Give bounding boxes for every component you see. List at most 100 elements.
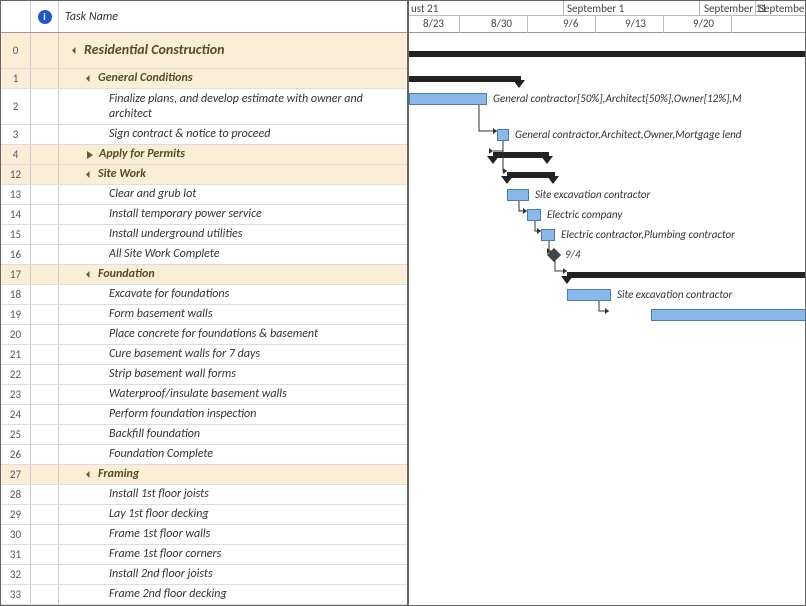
task-row[interactable]: 3Sign contract & notice to proceed — [1, 125, 407, 145]
task-row[interactable]: 26Foundation Complete — [1, 445, 407, 465]
task-name-cell[interactable]: Strip basement wall forms — [59, 365, 407, 384]
row-id: 25 — [1, 425, 31, 444]
collapse-icon[interactable] — [86, 171, 93, 178]
row-id: 0 — [1, 33, 31, 68]
task-row[interactable]: 18 Excavate for foundations — [1, 285, 407, 305]
row-info — [31, 89, 59, 124]
task-row[interactable]: 16All Site Work Complete — [1, 245, 407, 265]
task-row[interactable]: 25 Backfill foundation — [1, 425, 407, 445]
task-row[interactable]: 15 Install underground utilities — [1, 225, 407, 245]
task-name-cell[interactable]: Apply for Permits — [59, 145, 407, 164]
row-info — [31, 465, 59, 484]
task-name-cell[interactable]: Form basement walls — [59, 305, 407, 324]
task-name-text: Backfill foundation — [109, 427, 200, 441]
row-info — [31, 125, 59, 144]
row-info — [31, 33, 59, 68]
row-info — [31, 145, 59, 164]
task-bar[interactable] — [651, 309, 805, 321]
collapse-icon[interactable] — [86, 75, 93, 82]
collapse-icon[interactable] — [86, 271, 93, 278]
timeline-month-label: September 1 — [567, 2, 624, 15]
timeline-header: ust 21September 1September 11September 2… — [409, 1, 805, 33]
task-name-cell[interactable]: Frame 2nd floor decking — [59, 585, 407, 604]
gantt-app: i Task Name 0 Residential Construction1Ge… — [0, 0, 806, 606]
task-name-cell[interactable]: Install 2nd floor joists — [59, 565, 407, 584]
task-row[interactable]: 33 Frame 2nd floor decking — [1, 585, 407, 605]
task-row[interactable]: 31Frame 1st floor corners — [1, 545, 407, 565]
info-column-header[interactable]: i — [31, 1, 59, 32]
task-name-cell[interactable]: Frame 1st floor walls — [59, 525, 407, 544]
row-id: 20 — [1, 325, 31, 344]
task-name-cell[interactable]: All Site Work Complete — [59, 245, 407, 264]
task-row[interactable]: 1General Conditions — [1, 69, 407, 89]
expand-icon[interactable] — [87, 151, 93, 159]
task-row[interactable]: 28Install 1st floor joists — [1, 485, 407, 505]
task-name-text: Install 2nd floor joists — [109, 567, 213, 581]
row-id: 13 — [1, 185, 31, 204]
row-id: 33 — [1, 585, 31, 604]
timeline-month-label: September 21 — [759, 2, 805, 15]
task-row[interactable]: 14Install temporary power service — [1, 205, 407, 225]
row-info — [31, 365, 59, 384]
timeline-panel[interactable]: ust 21September 1September 11September 2… — [409, 1, 805, 605]
task-row[interactable]: 4Apply for Permits — [1, 145, 407, 165]
row-info — [31, 385, 59, 404]
task-name-text: Waterproof/insulate basement walls — [109, 387, 287, 401]
task-row[interactable]: 20 Place concrete for foundations & basem… — [1, 325, 407, 345]
task-name-cell[interactable]: Clear and grub lot — [59, 185, 407, 204]
task-row[interactable]: 13 Clear and grub lot — [1, 185, 407, 205]
collapse-icon[interactable] — [86, 471, 93, 478]
row-info — [31, 305, 59, 324]
row-id: 15 — [1, 225, 31, 244]
task-name-cell[interactable]: Foundation Complete — [59, 445, 407, 464]
task-name-cell[interactable]: Install temporary power service — [59, 205, 407, 224]
task-name-cell[interactable]: Excavate for foundations — [59, 285, 407, 304]
collapse-icon[interactable] — [72, 47, 79, 54]
task-name-cell[interactable]: General Conditions — [59, 69, 407, 88]
task-row[interactable]: 22Strip basement wall forms — [1, 365, 407, 385]
task-name-cell[interactable]: Install 1st floor joists — [59, 485, 407, 504]
task-name-cell[interactable]: Waterproof/insulate basement walls — [59, 385, 407, 404]
task-row[interactable]: 30Frame 1st floor walls — [1, 525, 407, 545]
task-name-cell[interactable]: Lay 1st floor decking — [59, 505, 407, 524]
task-row[interactable]: 32Install 2nd floor joists — [1, 565, 407, 585]
task-row[interactable]: 0 Residential Construction — [1, 33, 407, 69]
task-row[interactable]: 2Finalize plans, and develop estimate wi… — [1, 89, 407, 125]
row-info — [31, 505, 59, 524]
task-row[interactable]: 24 Perform foundation inspection — [1, 405, 407, 425]
row-info — [31, 225, 59, 244]
row-info — [31, 565, 59, 584]
task-row[interactable]: 17 Foundation — [1, 265, 407, 285]
task-row[interactable]: 21Cure basement walls for 7 days — [1, 345, 407, 365]
task-name-cell[interactable]: Install underground utilities — [59, 225, 407, 244]
task-name-cell[interactable]: Foundation — [59, 265, 407, 284]
task-name-cell[interactable]: Framing — [59, 465, 407, 484]
row-id: 24 — [1, 405, 31, 424]
task-row[interactable]: 12Site Work — [1, 165, 407, 185]
task-row[interactable]: 29Lay 1st floor decking — [1, 505, 407, 525]
row-id: 18 — [1, 285, 31, 304]
task-name-cell[interactable]: Backfill foundation — [59, 425, 407, 444]
timeline-month-label: September 11 — [704, 2, 767, 15]
row-id: 17 — [1, 265, 31, 284]
task-name-cell[interactable]: Sign contract & notice to proceed — [59, 125, 407, 144]
id-column-header[interactable] — [1, 1, 31, 32]
task-name-cell[interactable]: Cure basement walls for 7 days — [59, 345, 407, 364]
task-name-cell[interactable]: Place concrete for foundations & basemen… — [59, 325, 407, 344]
task-name-column-header[interactable]: Task Name — [59, 1, 407, 32]
timeline-body[interactable]: General contractor[50%],Architect[50%],O… — [409, 33, 805, 605]
task-name-text: Strip basement wall forms — [109, 367, 236, 381]
row-info — [31, 345, 59, 364]
row-info — [31, 405, 59, 424]
task-row[interactable]: 27Framing — [1, 465, 407, 485]
task-row[interactable]: 19Form basement walls — [1, 305, 407, 325]
task-row[interactable]: 23Waterproof/insulate basement walls — [1, 385, 407, 405]
row-info — [31, 545, 59, 564]
task-name-cell[interactable]: Perform foundation inspection — [59, 405, 407, 424]
task-name-cell[interactable]: Residential Construction — [59, 33, 407, 68]
task-name-cell[interactable]: Frame 1st floor corners — [59, 545, 407, 564]
task-name-text: Site Work — [98, 167, 146, 181]
task-name-cell[interactable]: Site Work — [59, 165, 407, 184]
timeline-week-label: 9/13 — [625, 17, 646, 30]
task-name-cell[interactable]: Finalize plans, and develop estimate wit… — [59, 89, 407, 124]
